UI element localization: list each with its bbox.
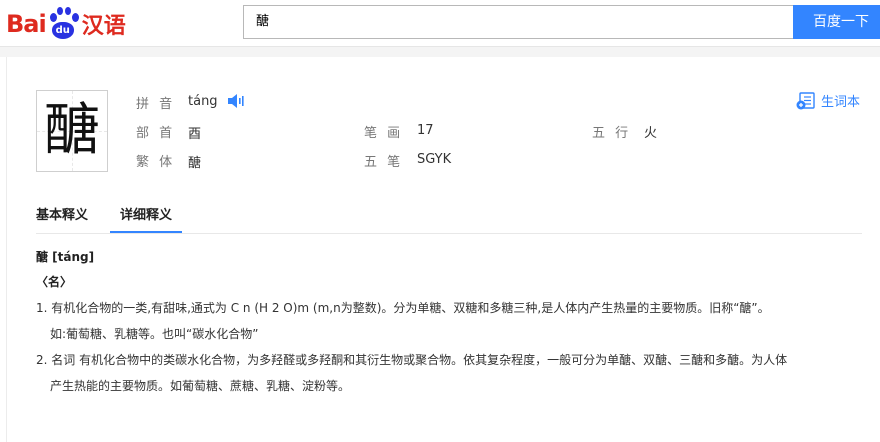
definition-line-1-example: 如:葡萄糖、乳糖等。也叫“碳水化合物” [50,327,259,341]
wubi-value: SGYK [417,152,452,167]
fanti-value: 醣 [188,156,202,171]
logo-bai-text: Bai [6,10,47,38]
bushou-label: 部 首 [136,126,176,141]
definition-line-2: 2. 名词 有机化合物中的类碳水化合物，为多羟醛或多羟酮和其衍生物或聚合物。依其… [36,353,788,367]
wordbook-icon [796,91,815,109]
pinyin-value: táng [188,94,218,109]
logo-hanyu-text: 汉语 [81,14,126,39]
pinyin-label: 拼 音 [136,97,176,112]
character-glyph: 醣 [44,98,100,163]
search-button[interactable]: 百度一下 [793,5,880,39]
add-to-wordbook-button[interactable]: 生词本 [796,91,860,110]
definition-tabs: 基本释义 详细释义 [36,205,862,234]
definition-line-1: 1. 有机化合物的一类,有甜味,通式为 C n (H 2 O)m (m,n为整数… [36,301,770,315]
paw-icon: du [47,7,79,41]
logo-du-text: du [51,22,74,39]
baidu-hanyu-logo[interactable]: Bai du 汉语 [6,4,126,44]
definition-heading: 醣 [táng] [36,250,95,264]
tab-detailed-definition[interactable]: 详细释义 [110,205,183,233]
bushou-value: 酉 [188,127,202,142]
bihua-label: 笔 画 [364,126,404,141]
tab-basic-definition[interactable]: 基本释义 [36,205,88,231]
wubi-label: 五 笔 [364,155,404,170]
speaker-icon[interactable] [228,94,244,108]
wuxing-value: 火 [644,126,658,141]
definition-line-2-cont: 产生热能的主要物质。如葡萄糖、蔗糖、乳糖、淀粉等。 [50,379,351,393]
divider-strip [0,47,880,57]
part-of-speech: 〈名〉 [36,275,73,289]
wuxing-label: 五 行 [592,126,632,141]
wordbook-label: 生词本 [821,95,861,110]
top-bar: Bai du 汉语 醣 百度一下 [0,0,880,47]
search-input[interactable]: 醣 [243,5,793,39]
bihua-value: 17 [417,123,434,138]
character-display-box: 醣 [36,90,108,172]
fanti-label: 繁 体 [136,155,176,170]
